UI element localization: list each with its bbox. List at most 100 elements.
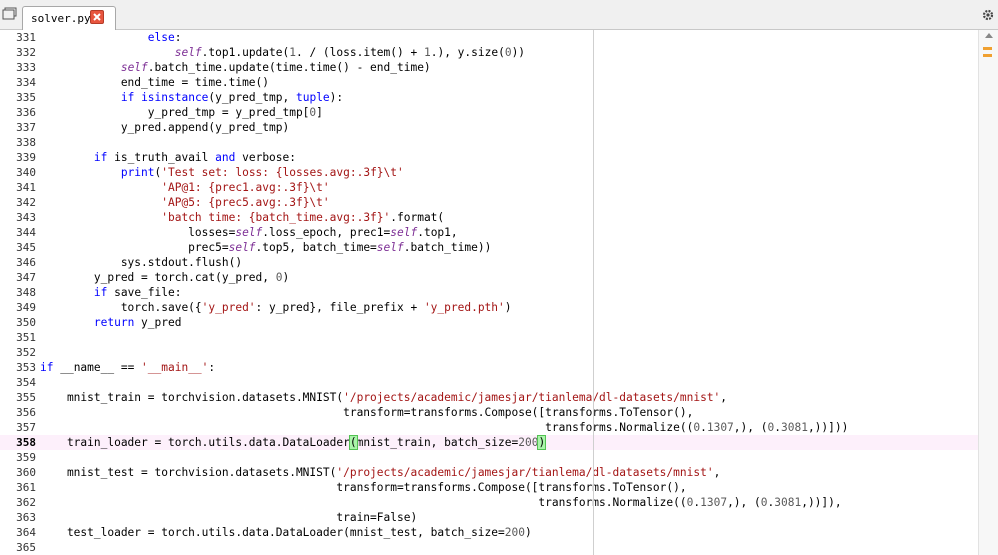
print-margin-line <box>593 30 594 555</box>
line-number: 355 <box>16 391 36 404</box>
line-number: 365 <box>16 541 36 554</box>
line-number: 333 <box>16 61 36 74</box>
code-text: if save_file: <box>93 286 182 299</box>
line-number: 343 <box>16 211 36 224</box>
code-line[interactable]: 360 mnist_test = torchvision.datasets.MN… <box>0 465 978 480</box>
code-line[interactable]: 347 y_pred = torch.cat(y_pred, 0) <box>0 270 978 285</box>
code-text: torch.save({'y_pred': y_pred}, file_pref… <box>40 301 512 314</box>
code-line[interactable]: 356 transform=transforms.Compose([transf… <box>0 405 978 420</box>
code-line[interactable]: 349 torch.save({'y_pred': y_pred}, file_… <box>0 300 978 315</box>
line-number: 345 <box>16 241 36 254</box>
vertical-scrollbar[interactable] <box>978 30 998 555</box>
code-text: y_pred.append(y_pred_tmp) <box>40 121 290 134</box>
code-line[interactable]: 340 print('Test set: loss: {losses.avg:.… <box>0 165 978 180</box>
code-text: train_loader = torch.utils.data.DataLoad… <box>40 435 547 450</box>
tab-menu-icon[interactable] <box>2 7 18 21</box>
line-number: 352 <box>16 346 36 359</box>
line-number: 346 <box>16 256 36 269</box>
line-number: 351 <box>16 331 36 344</box>
code-line[interactable]: 361 transform=transforms.Compose([transf… <box>0 480 978 495</box>
line-number: 334 <box>16 76 36 89</box>
code-text: return y_pred <box>93 316 182 329</box>
overview-marker[interactable] <box>983 54 992 57</box>
line-number: 363 <box>16 511 36 524</box>
code-line[interactable]: 339 if is_truth_avail and verbose: <box>0 150 978 165</box>
line-number: 339 <box>16 151 36 164</box>
gear-icon[interactable] <box>982 9 994 21</box>
code-line[interactable]: 333 self.batch_time.update(time.time() -… <box>0 60 978 75</box>
code-line[interactable]: 350 return y_pred <box>0 315 978 330</box>
code-line[interactable]: 345 prec5=self.top5, batch_time=self.bat… <box>0 240 978 255</box>
line-number: 338 <box>16 136 36 149</box>
code-line[interactable]: 359 <box>0 450 978 465</box>
line-number: 362 <box>16 496 36 509</box>
code-line[interactable]: 337 y_pred.append(y_pred_tmp) <box>0 120 978 135</box>
code-text: train=False) <box>40 511 418 524</box>
code-text: end_time = time.time() <box>40 76 270 89</box>
code-text: y_pred = torch.cat(y_pred, 0) <box>40 271 290 284</box>
code-line[interactable]: 358 train_loader = torch.utils.data.Data… <box>0 435 978 450</box>
code-text: losses=self.loss_epoch, prec1=self.top1, <box>40 226 458 239</box>
code-line[interactable]: 346 sys.stdout.flush() <box>0 255 978 270</box>
code-text: transforms.Normalize((0.1307,), (0.3081,… <box>40 496 842 509</box>
code-line[interactable]: 343 'batch time: {batch_time.avg:.3f}'.f… <box>0 210 978 225</box>
line-number: 335 <box>16 91 36 104</box>
overview-marker[interactable] <box>983 47 992 50</box>
code-editor[interactable]: 331 else: 332 self.top1.update(1. / (loss… <box>0 30 998 555</box>
line-number: 357 <box>16 421 36 434</box>
code-text: else: <box>147 31 182 44</box>
line-number: 353 <box>16 361 36 374</box>
code-text: 'batch time: {batch_time.avg:.3f}'.forma… <box>161 211 445 224</box>
code-line[interactable]: 336 y_pred_tmp = y_pred_tmp[0] <box>0 105 978 120</box>
code-text: sys.stdout.flush() <box>40 256 243 269</box>
code-line[interactable]: 357 transforms.Normalize((0.1307,), (0.3… <box>0 420 978 435</box>
code-text: if __name__ == '__main__': <box>40 361 216 374</box>
code-line[interactable]: 351 <box>0 330 978 345</box>
line-number: 341 <box>16 181 36 194</box>
line-number: 361 <box>16 481 36 494</box>
code-line[interactable]: 338 <box>0 135 978 150</box>
code-text: self.batch_time.update(time.time() - end… <box>120 61 431 74</box>
line-number: 349 <box>16 301 36 314</box>
code-line[interactable]: 348 if save_file: <box>0 285 978 300</box>
code-line[interactable]: 352 <box>0 345 978 360</box>
code-text: self.top1.update(1. / (loss.item() + 1.)… <box>174 46 526 59</box>
code-text: transform=transforms.Compose([transforms… <box>40 406 694 419</box>
code-text: test_loader = torch.utils.data.DataLoade… <box>40 526 532 539</box>
arrow-up-icon[interactable] <box>985 33 993 38</box>
line-number: 337 <box>16 121 36 134</box>
code-line[interactable]: 332 self.top1.update(1. / (loss.item() +… <box>0 45 978 60</box>
code-line[interactable]: 335 if isinstance(y_pred_tmp, tuple): <box>0 90 978 105</box>
code-text: y_pred_tmp = y_pred_tmp[0] <box>40 106 323 119</box>
code-line[interactable]: 331 else: <box>0 30 978 45</box>
code-line[interactable]: 354 <box>0 375 978 390</box>
code-line[interactable]: 355 mnist_train = torchvision.datasets.M… <box>0 390 978 405</box>
line-number: 347 <box>16 271 36 284</box>
code-text: prec5=self.top5, batch_time=self.batch_t… <box>40 241 492 254</box>
close-icon[interactable] <box>90 10 104 24</box>
line-number: 364 <box>16 526 36 539</box>
code-line[interactable]: 341 'AP@1: {prec1.avg:.3f}\t' <box>0 180 978 195</box>
code-line[interactable]: 362 transforms.Normalize((0.1307,), (0.3… <box>0 495 978 510</box>
code-text: mnist_train = torchvision.datasets.MNIST… <box>40 391 728 404</box>
line-number: 350 <box>16 316 36 329</box>
code-line[interactable]: 344 losses=self.loss_epoch, prec1=self.t… <box>0 225 978 240</box>
code-line[interactable]: 363 train=False) <box>0 510 978 525</box>
code-line[interactable]: 353 if __name__ == '__main__': <box>0 360 978 375</box>
line-number: 344 <box>16 226 36 239</box>
code-text: if isinstance(y_pred_tmp, tuple): <box>120 91 344 104</box>
code-text: mnist_test = torchvision.datasets.MNIST(… <box>40 466 721 479</box>
code-line[interactable]: 365 <box>0 540 978 555</box>
line-number: 340 <box>16 166 36 179</box>
code-line[interactable]: 342 'AP@5: {prec5.avg:.3f}\t' <box>0 195 978 210</box>
line-number: 331 <box>16 31 36 44</box>
tab-solver-py[interactable]: solver.py <box>22 6 116 30</box>
line-number: 332 <box>16 46 36 59</box>
code-line[interactable]: 334 end_time = time.time() <box>0 75 978 90</box>
tab-bar: solver.py <box>0 0 998 30</box>
code-text: if is_truth_avail and verbose: <box>93 151 296 164</box>
code-line[interactable]: 364 test_loader = torch.utils.data.DataL… <box>0 525 978 540</box>
line-number: 336 <box>16 106 36 119</box>
line-number: 342 <box>16 196 36 209</box>
line-number: 358 <box>16 436 36 449</box>
